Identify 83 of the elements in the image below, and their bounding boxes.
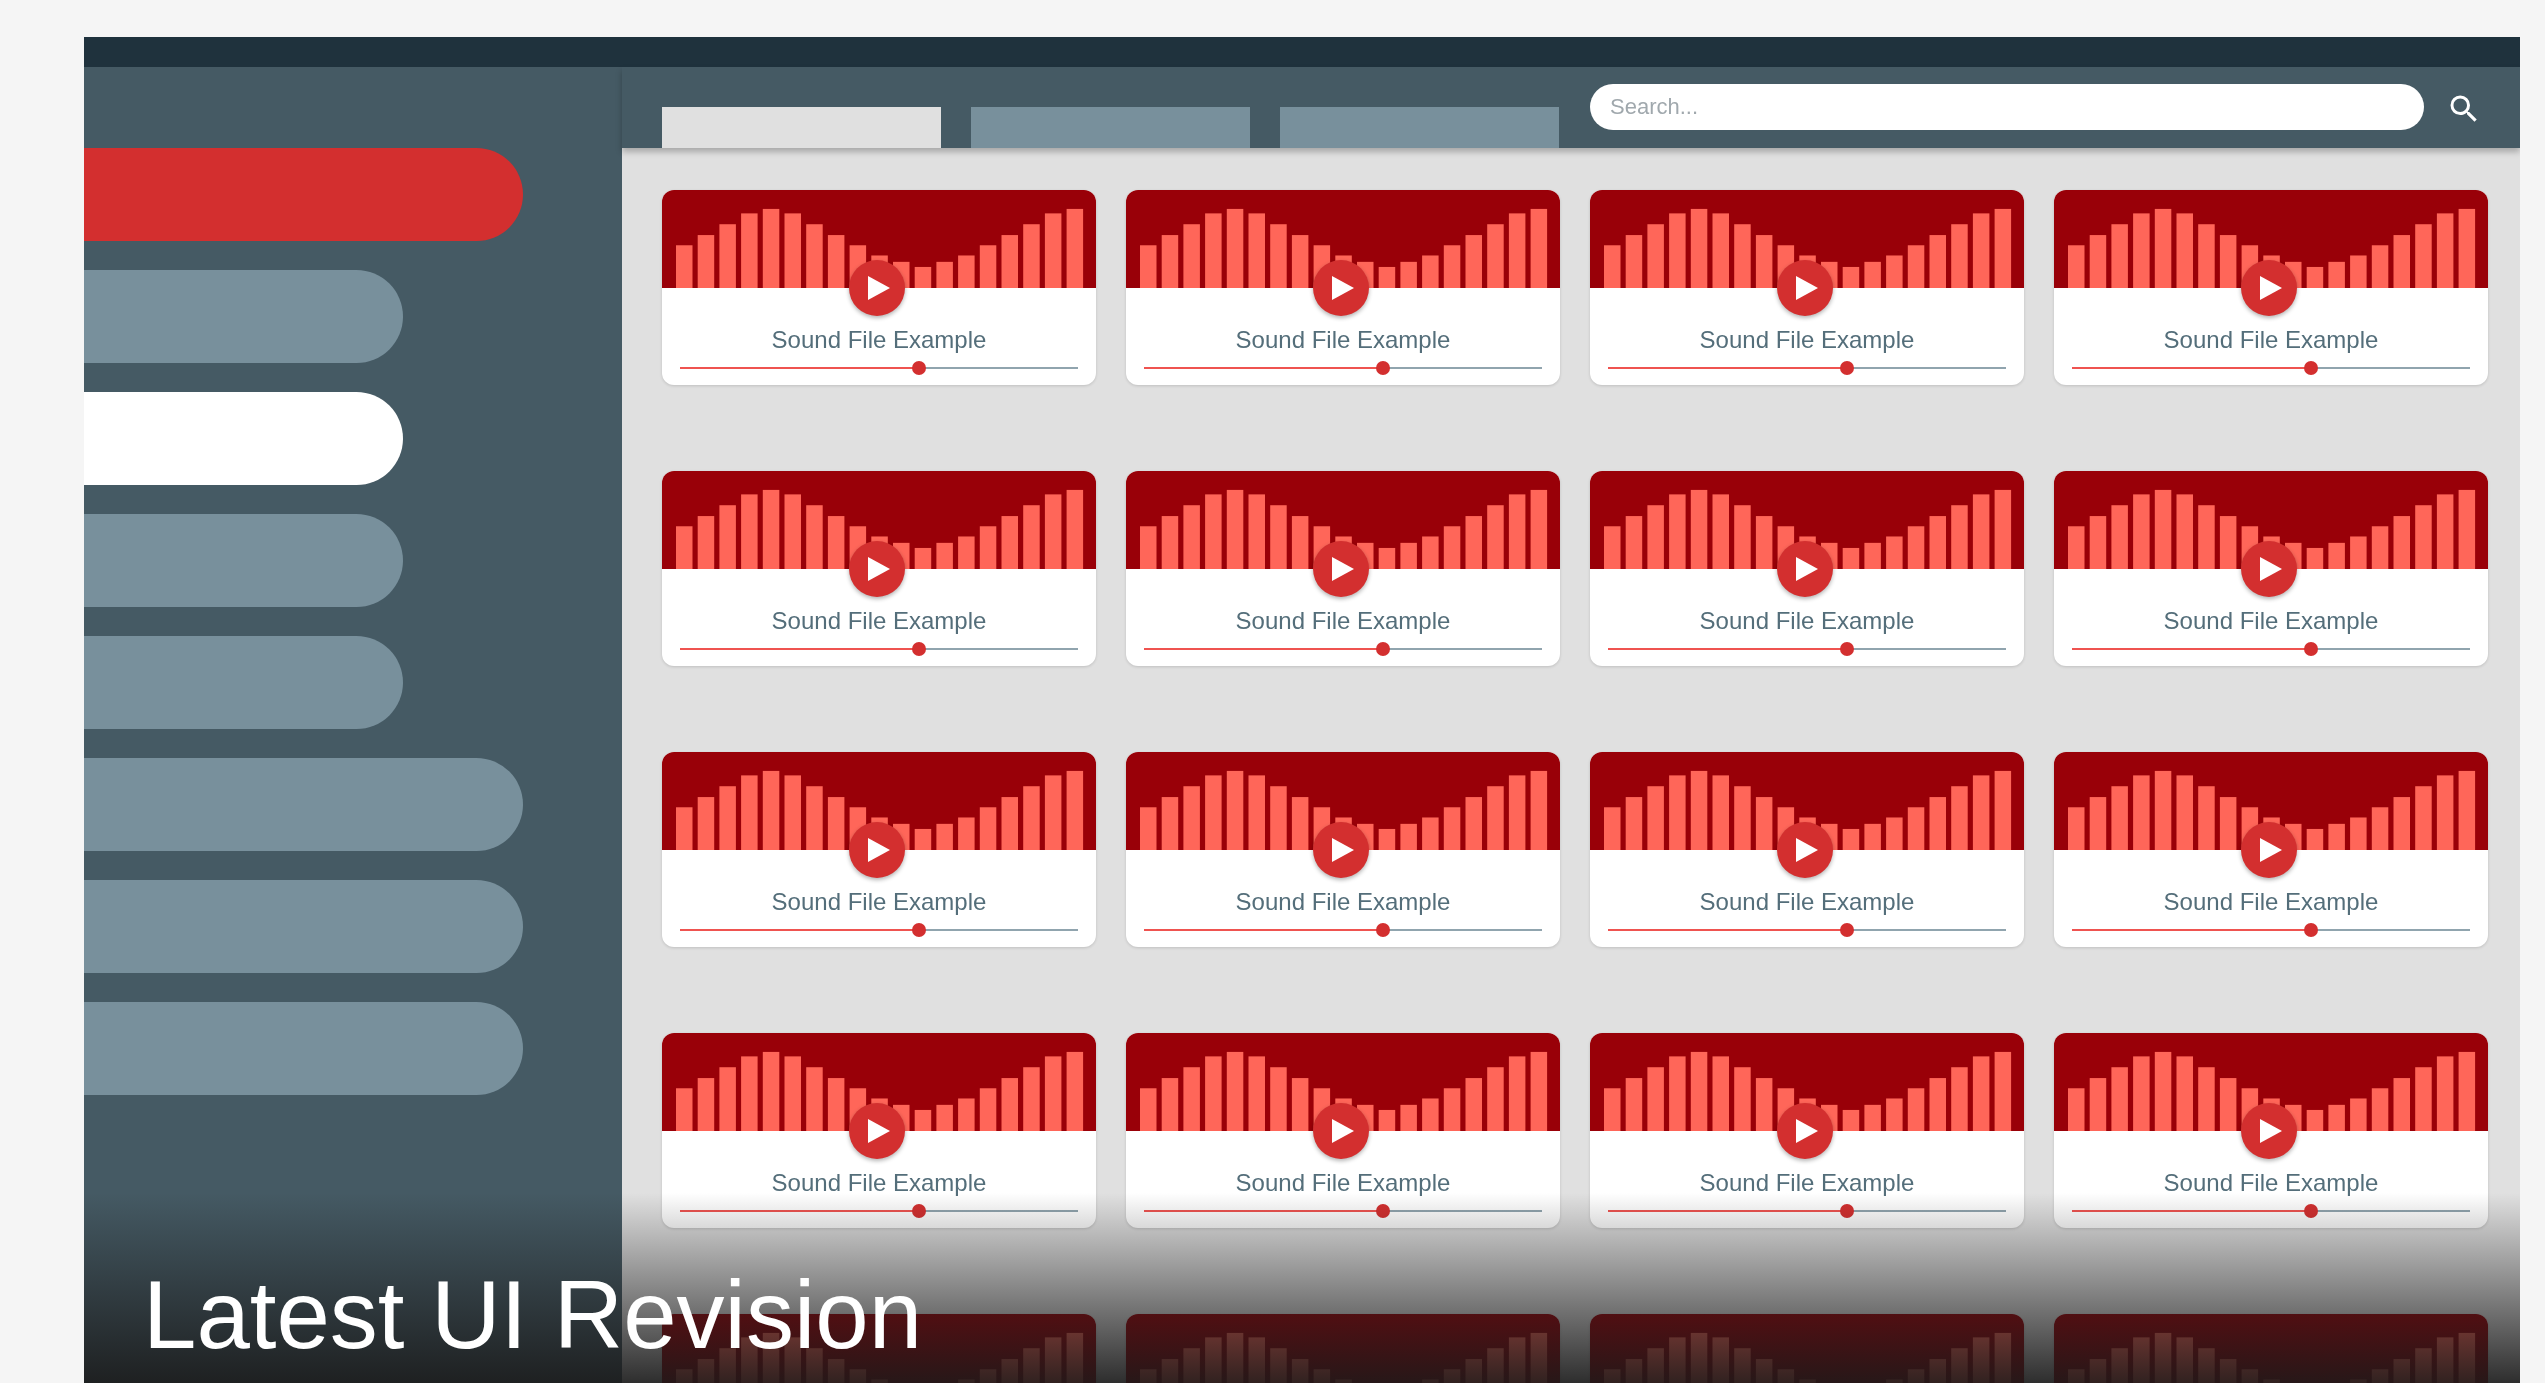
- slider-thumb[interactable]: [1375, 923, 1390, 937]
- play-icon: [868, 838, 890, 862]
- progress-slider[interactable]: [1608, 1204, 2006, 1218]
- play-button[interactable]: [1777, 541, 1833, 597]
- progress-slider[interactable]: [1144, 1204, 1542, 1218]
- slider-thumb[interactable]: [1839, 642, 1854, 656]
- card-title: Sound File Example: [1698, 1169, 1916, 1197]
- play-button[interactable]: [2241, 822, 2297, 878]
- play-button[interactable]: [1777, 822, 1833, 878]
- card-title: Sound File Example: [1234, 888, 1452, 916]
- caption: Latest UI Revision: [143, 1267, 922, 1363]
- slider-thumb[interactable]: [911, 642, 926, 656]
- search-field[interactable]: Search...: [1590, 84, 2424, 130]
- card-title: Sound File Example: [770, 888, 988, 916]
- play-icon: [2260, 838, 2282, 862]
- card-title: Sound File Example: [1234, 326, 1452, 354]
- card-title: Sound File Example: [1698, 888, 1916, 916]
- play-icon: [1796, 1119, 1818, 1143]
- play-icon: [1796, 838, 1818, 862]
- card-title: Sound File Example: [2162, 326, 2380, 354]
- progress-slider[interactable]: [2072, 361, 2470, 375]
- play-icon: [1332, 557, 1354, 581]
- slider-thumb[interactable]: [911, 1204, 926, 1218]
- slider-thumb[interactable]: [1375, 361, 1390, 375]
- play-icon: [2260, 557, 2282, 581]
- progress-slider[interactable]: [1144, 923, 1542, 937]
- play-button[interactable]: [1777, 260, 1833, 316]
- card-title: Sound File Example: [2162, 607, 2380, 635]
- slider-thumb[interactable]: [1375, 1204, 1390, 1218]
- play-button[interactable]: [849, 260, 905, 316]
- progress-slider[interactable]: [2072, 1204, 2470, 1218]
- card-title: Sound File Example: [2162, 1169, 2380, 1197]
- progress-slider[interactable]: [1608, 361, 2006, 375]
- card-title: Sound File Example: [770, 326, 988, 354]
- card-title: Sound File Example: [1234, 607, 1452, 635]
- progress-slider[interactable]: [1144, 642, 1542, 656]
- play-button[interactable]: [1313, 822, 1369, 878]
- play-button[interactable]: [2241, 1103, 2297, 1159]
- progress-slider[interactable]: [680, 923, 1078, 937]
- progress-slider[interactable]: [680, 1204, 1078, 1218]
- slider-thumb[interactable]: [911, 923, 926, 937]
- play-button[interactable]: [849, 541, 905, 597]
- play-icon: [1796, 276, 1818, 300]
- progress-slider[interactable]: [1144, 361, 1542, 375]
- progress-slider[interactable]: [680, 361, 1078, 375]
- slider-thumb[interactable]: [1839, 361, 1854, 375]
- play-button[interactable]: [1313, 541, 1369, 597]
- play-button[interactable]: [2241, 260, 2297, 316]
- play-icon: [2260, 276, 2282, 300]
- slider-thumb[interactable]: [2303, 1204, 2318, 1218]
- progress-slider[interactable]: [1608, 923, 2006, 937]
- card-title: Sound File Example: [2162, 888, 2380, 916]
- slider-thumb[interactable]: [1839, 923, 1854, 937]
- card-title: Sound File Example: [770, 1169, 988, 1197]
- play-button[interactable]: [1313, 260, 1369, 316]
- play-button[interactable]: [849, 1103, 905, 1159]
- sidebar-item[interactable]: [84, 392, 403, 485]
- card-title: Sound File Example: [1698, 326, 1916, 354]
- slider-thumb[interactable]: [2303, 923, 2318, 937]
- play-icon: [868, 557, 890, 581]
- slider-thumb[interactable]: [2303, 642, 2318, 656]
- progress-slider[interactable]: [680, 642, 1078, 656]
- play-button[interactable]: [1777, 1103, 1833, 1159]
- play-icon: [1332, 276, 1354, 300]
- play-button[interactable]: [1313, 1103, 1369, 1159]
- play-icon: [868, 276, 890, 300]
- card-title: Sound File Example: [770, 607, 988, 635]
- progress-slider[interactable]: [1608, 642, 2006, 656]
- card-title: Sound File Example: [1698, 607, 1916, 635]
- play-button[interactable]: [2241, 541, 2297, 597]
- play-icon: [1796, 557, 1818, 581]
- progress-slider[interactable]: [2072, 642, 2470, 656]
- card-title: Sound File Example: [1234, 1169, 1452, 1197]
- slider-thumb[interactable]: [1839, 1204, 1854, 1218]
- slider-thumb[interactable]: [1375, 642, 1390, 656]
- play-icon: [1332, 1119, 1354, 1143]
- slider-thumb[interactable]: [2303, 361, 2318, 375]
- play-icon: [868, 1119, 890, 1143]
- play-icon: [2260, 1119, 2282, 1143]
- play-button[interactable]: [849, 822, 905, 878]
- play-icon: [1332, 838, 1354, 862]
- slider-thumb[interactable]: [911, 361, 926, 375]
- progress-slider[interactable]: [2072, 923, 2470, 937]
